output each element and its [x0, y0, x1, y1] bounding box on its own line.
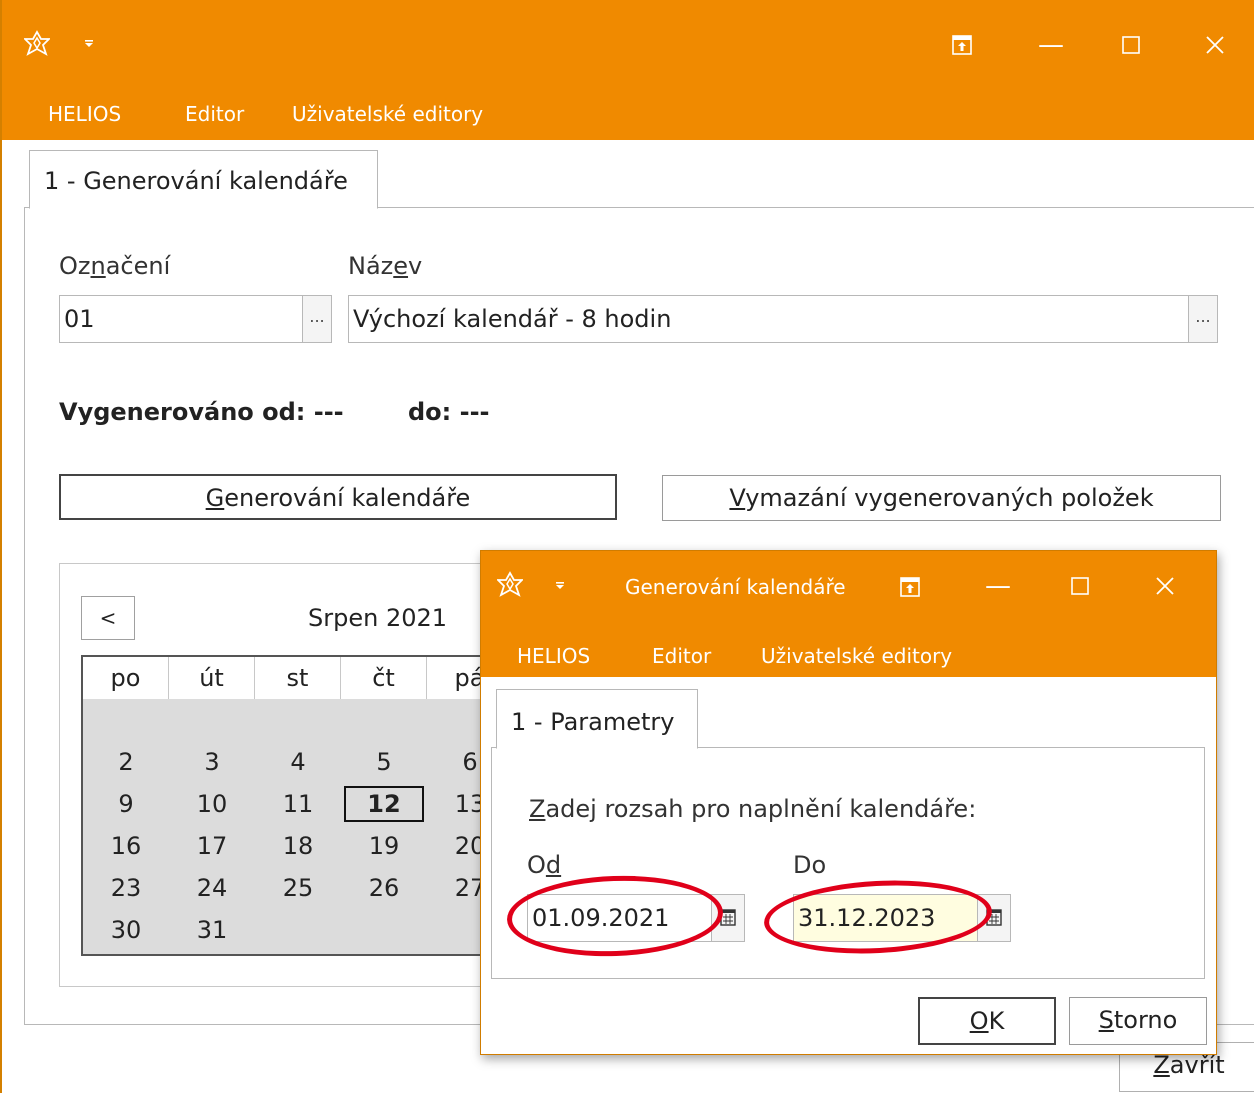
quick-access-dropdown-icon[interactable]: [555, 582, 565, 590]
storno-button[interactable]: Storno: [1069, 997, 1207, 1045]
maximize-icon[interactable]: [1122, 36, 1140, 54]
calendar-day-cell[interactable]: 2: [83, 741, 169, 783]
nazev-label: Název: [348, 252, 423, 280]
helios-logo-icon[interactable]: [497, 571, 523, 599]
tab-generovani-kalendare[interactable]: 1 - Generování kalendáře: [29, 150, 378, 209]
close-icon[interactable]: [1206, 36, 1224, 54]
calendar-day-cell: [83, 699, 169, 741]
menu-user-editors[interactable]: Uživatelské editory: [292, 102, 483, 126]
tab-parametry[interactable]: 1 - Parametry: [496, 689, 698, 749]
calendar-weekday-header: čt: [341, 657, 427, 699]
calendar-day-cell[interactable]: 24: [169, 867, 255, 909]
calendar-day-cell[interactable]: 3: [169, 741, 255, 783]
generate-calendar-button[interactable]: Generování kalendáře: [59, 474, 617, 520]
calendar-day-cell[interactable]: 18: [255, 825, 341, 867]
calendar-day-cell[interactable]: 19: [341, 825, 427, 867]
dialog-menu-editor[interactable]: Editor: [652, 644, 711, 668]
calendar-day-cell[interactable]: 5: [341, 741, 427, 783]
calendar-day-cell[interactable]: 4: [255, 741, 341, 783]
dialog-close-icon[interactable]: [1156, 577, 1174, 595]
do-label: Do: [793, 851, 827, 879]
generate-calendar-dialog: Generování kalendáře — HELIOS Editor Uži…: [480, 550, 1217, 1055]
calendar-day-cell[interactable]: 10: [169, 783, 255, 825]
menu-helios[interactable]: HELIOS: [48, 102, 121, 126]
pin-window-icon[interactable]: [952, 35, 972, 55]
calendar-month-title: Srpen 2021: [308, 604, 448, 632]
calendar-day-cell[interactable]: 17: [169, 825, 255, 867]
dialog-menu-user-editors[interactable]: Uživatelské editory: [761, 644, 952, 668]
calendar-day-cell[interactable]: 9: [83, 783, 169, 825]
nazev-input[interactable]: Výchozí kalendář - 8 hodin: [348, 295, 1189, 343]
generated-from-text: Vygenerováno od: ---: [59, 398, 344, 426]
oznaceni-browse-button[interactable]: ...: [302, 295, 332, 343]
pin-window-icon[interactable]: [900, 577, 920, 597]
nazev-browse-button[interactable]: ...: [1188, 295, 1218, 343]
oznaceni-label: Označení: [59, 252, 171, 280]
helios-logo-icon[interactable]: [24, 30, 50, 58]
dialog-title-bar: [481, 551, 1216, 627]
range-prompt: Zadej rozsah pro naplnění kalendáře:: [529, 795, 977, 823]
calendar-weekday-header: st: [255, 657, 341, 699]
dialog-title: Generování kalendáře: [625, 575, 846, 599]
generated-to-text: do: ---: [408, 398, 490, 426]
calendar-weekday-header: po: [83, 657, 169, 699]
calendar-day-cell[interactable]: 30: [83, 909, 169, 951]
calendar-day-cell: [255, 699, 341, 741]
calendar-day-cell[interactable]: 11: [255, 783, 341, 825]
calendar-day-cell[interactable]: 23: [83, 867, 169, 909]
calendar-weekday-header: út: [169, 657, 255, 699]
calendar-day-cell: [169, 699, 255, 741]
calendar-day-cell[interactable]: 26: [341, 867, 427, 909]
delete-generated-button[interactable]: Vymazání vygenerovaných položek: [662, 475, 1221, 521]
oznaceni-input[interactable]: 01: [59, 295, 303, 343]
menu-editor[interactable]: Editor: [185, 102, 244, 126]
quick-access-dropdown-icon[interactable]: [84, 40, 94, 48]
ok-button[interactable]: OK: [918, 997, 1056, 1045]
calendar-prev-month-button[interactable]: <: [81, 596, 135, 640]
minimize-icon[interactable]: —: [1038, 32, 1064, 58]
calendar-day-cell[interactable]: 25: [255, 867, 341, 909]
calendar-day-cell[interactable]: 31: [169, 909, 255, 951]
calendar-day-cell: [255, 909, 341, 951]
calendar-day-cell: [341, 909, 427, 951]
calendar-today-cell[interactable]: 12: [344, 786, 424, 822]
dialog-menu-helios[interactable]: HELIOS: [517, 644, 590, 668]
title-bar: [2, 0, 1254, 88]
od-label: Od: [527, 851, 562, 879]
calendar-day-cell: [341, 699, 427, 741]
calendar-grid: po út st čt pá 2 3 4 5 6 9 10 11 12 13 16 17 18 19 20 23 24 25…: [81, 655, 489, 956]
calendar-day-cell[interactable]: 16: [83, 825, 169, 867]
dialog-minimize-icon[interactable]: —: [985, 573, 1011, 599]
dialog-maximize-icon[interactable]: [1071, 577, 1089, 595]
